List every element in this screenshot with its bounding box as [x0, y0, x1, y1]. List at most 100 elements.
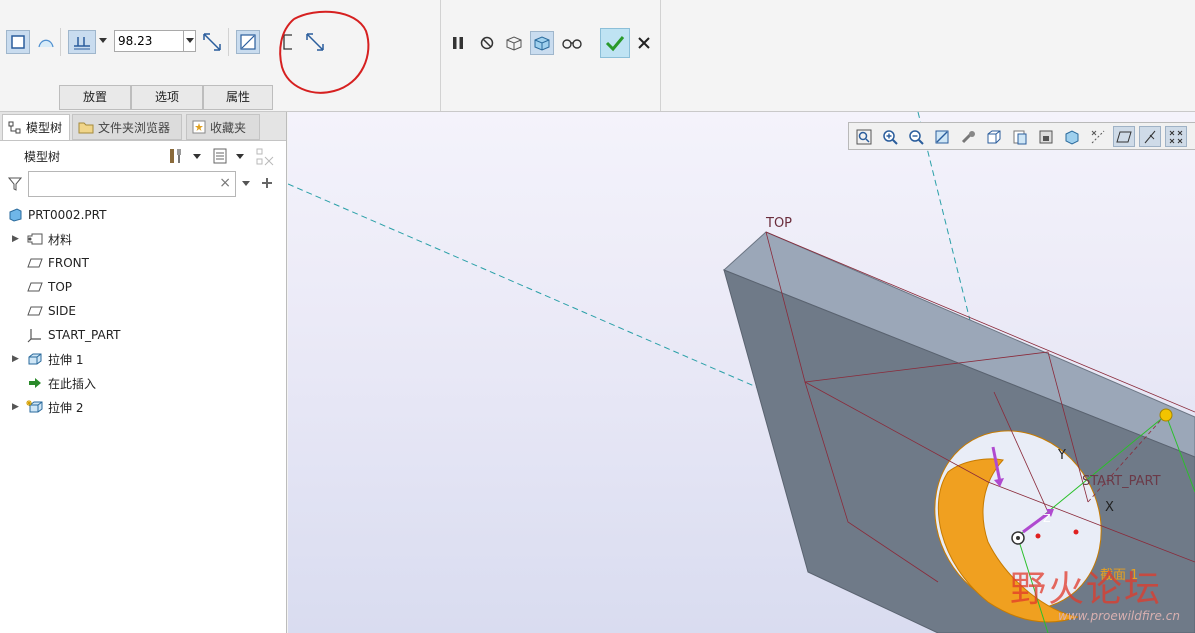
separate-preview-button[interactable]	[502, 31, 526, 55]
shaded-cube-icon	[1065, 129, 1079, 145]
remove-material-button[interactable]	[236, 30, 260, 54]
chevron-down-icon[interactable]	[242, 181, 250, 187]
plane-display-button[interactable]	[1113, 126, 1135, 147]
tree-item-side[interactable]: SIDE	[0, 300, 286, 322]
tree-item-front[interactable]: FRONT	[0, 252, 286, 274]
saved-orientations-button[interactable]	[983, 126, 1005, 147]
axis-display-button[interactable]	[1139, 126, 1161, 147]
perspective-button[interactable]	[1035, 126, 1057, 147]
zoom-fit-icon	[856, 129, 872, 144]
tab-label: 文件夹浏览器	[98, 120, 171, 135]
label-axis-z: Z	[1043, 512, 1051, 525]
chevron-down-icon[interactable]	[193, 154, 201, 160]
zoom-in-icon	[883, 129, 898, 145]
tab-placement[interactable]: 放置	[59, 85, 131, 110]
tree-item-label: 在此插入	[48, 376, 97, 391]
graphics-viewport[interactable]: TOP START_PART Y X Z 截面 1 野火论坛 www.proew…	[288, 112, 1195, 633]
point-display-icon	[1169, 130, 1183, 143]
depth-value-dropdown[interactable]	[183, 30, 196, 52]
display-settings-button[interactable]	[1061, 126, 1083, 147]
tree-search-input[interactable]: ×	[28, 171, 236, 197]
repaint-button[interactable]	[931, 126, 953, 147]
extrude-solid-button[interactable]	[6, 30, 30, 54]
accept-button[interactable]	[600, 28, 630, 58]
tree-item-label: TOP	[48, 280, 73, 294]
extrude-new-icon	[26, 399, 44, 415]
chevron-down-icon[interactable]	[236, 154, 244, 160]
depth-blind-icon	[74, 37, 90, 50]
no-preview-icon	[480, 36, 494, 50]
label-top-plane: TOP	[766, 216, 793, 231]
refit-button[interactable]	[853, 126, 875, 147]
expand-arrow-icon[interactable]: ▶	[12, 402, 22, 412]
tree-item-label: START_PART	[48, 328, 121, 342]
watermark-logo: 野火论坛	[1010, 569, 1163, 610]
favorites-icon	[192, 120, 206, 134]
insert-here-arrow-icon	[26, 375, 44, 391]
part-icon	[6, 207, 24, 223]
tree-settings-button[interactable]	[166, 146, 186, 166]
extrude-icon	[26, 351, 44, 367]
zoom-out-icon	[909, 129, 924, 145]
filter-icon[interactable]	[8, 177, 22, 191]
tree-filter-columns-button[interactable]	[254, 146, 276, 168]
add-icon[interactable]	[261, 177, 273, 189]
navigator-tabs: 模型树 文件夹浏览器 收藏夹	[0, 112, 286, 141]
view-manager-button[interactable]	[1009, 126, 1031, 147]
tree-columns-icon	[256, 148, 274, 166]
show-options-button[interactable]	[210, 146, 230, 166]
point-display-button[interactable]	[1165, 126, 1187, 147]
expand-arrow-icon[interactable]: ▶	[12, 354, 22, 364]
panel-title: 模型树	[24, 150, 61, 164]
tab-folder-browser[interactable]: 文件夹浏览器	[72, 114, 182, 140]
tab-properties[interactable]: 属性	[203, 85, 273, 110]
pause-button[interactable]	[446, 31, 470, 55]
flip-direction-button[interactable]	[200, 30, 224, 54]
tab-model-tree[interactable]: 模型树	[2, 114, 70, 140]
tree-item-top[interactable]: TOP	[0, 276, 286, 298]
chevron-down-icon	[98, 38, 107, 43]
tree-item-part[interactable]: PRT0002.PRT	[0, 204, 286, 226]
coordinate-system-icon	[26, 327, 44, 343]
tree-item-insert-here[interactable]: 在此插入	[0, 372, 286, 394]
folder-icon	[78, 122, 94, 134]
label-axis-x: X	[1105, 500, 1114, 515]
tree-item-extrude-2[interactable]: ▶ 拉伸 2	[0, 396, 286, 418]
tree-item-label: PRT0002.PRT	[28, 208, 107, 222]
tab-favorites[interactable]: 收藏夹	[186, 114, 260, 140]
datum-display-icon	[1091, 130, 1105, 143]
cancel-button[interactable]	[632, 31, 656, 55]
zoom-in-button[interactable]	[879, 126, 901, 147]
tree-item-material[interactable]: ▶ 材料	[0, 228, 286, 250]
axis-display-icon	[1144, 130, 1156, 143]
datum-plane-icon	[26, 255, 44, 271]
checkmark-icon	[605, 36, 625, 52]
display-style-icon	[961, 130, 975, 143]
datum-display-button[interactable]	[1087, 126, 1109, 147]
surface-icon	[38, 39, 54, 48]
tree-item-label: 材料	[48, 232, 73, 247]
tools-icon	[170, 149, 181, 163]
navigator-pane: 模型树 文件夹浏览器 收藏夹 模型树 × PRT0002.PRT ▶ 材料 FR…	[0, 112, 287, 633]
zoom-out-button[interactable]	[905, 126, 927, 147]
no-preview-button[interactable]	[475, 31, 499, 55]
extrude-surface-button[interactable]	[34, 30, 58, 54]
depth-value-input[interactable]	[114, 30, 184, 52]
expand-arrow-icon[interactable]: ▶	[12, 234, 22, 244]
view-manager-icon	[1013, 130, 1027, 144]
label-start-part: START_PART	[1082, 474, 1161, 489]
tree-item-extrude-1[interactable]: ▶ 拉伸 1	[0, 348, 286, 370]
spin-center-button[interactable]	[957, 126, 979, 147]
clear-search-icon[interactable]: ×	[219, 175, 231, 191]
verify-preview-icon	[534, 36, 550, 51]
material-icon	[26, 231, 44, 247]
separate-preview-icon	[506, 36, 522, 51]
tree-item-start-part[interactable]: START_PART	[0, 324, 286, 346]
datum-plane-icon	[26, 303, 44, 319]
depth-option-dropdown[interactable]	[96, 30, 109, 52]
verify-preview-button[interactable]	[530, 31, 554, 55]
depth-blind-button[interactable]	[68, 30, 96, 54]
glasses-preview-button[interactable]	[560, 31, 584, 55]
model-graphics	[288, 112, 1195, 633]
tab-options[interactable]: 选项	[131, 85, 203, 110]
